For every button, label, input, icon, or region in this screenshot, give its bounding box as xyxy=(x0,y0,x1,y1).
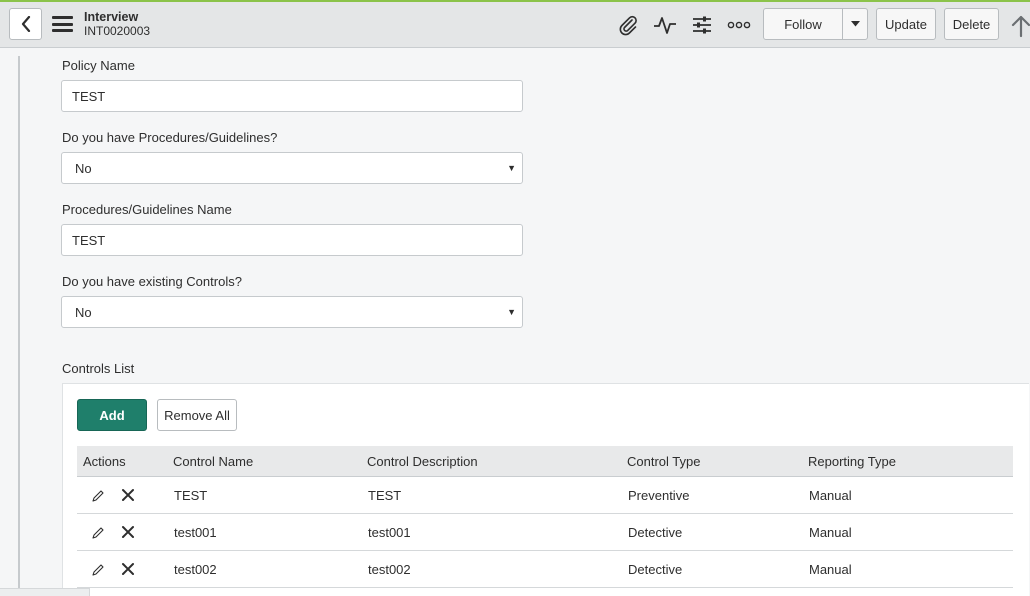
procedures-question-value: No xyxy=(75,160,92,176)
procedures-question-select[interactable]: No ▼ xyxy=(61,152,523,184)
select-caret-icon: ▼ xyxy=(507,163,516,173)
close-icon[interactable] xyxy=(121,562,135,576)
close-icon[interactable] xyxy=(121,488,135,502)
table-row: test001 test001 Detective Manual xyxy=(77,514,1013,551)
column-header-actions: Actions xyxy=(83,454,126,469)
pencil-icon[interactable] xyxy=(91,526,105,540)
form-header: Interview INT0020003 Follow Update Delet… xyxy=(0,2,1030,48)
control-type-cell: Detective xyxy=(628,525,683,540)
procedures-name-label: Procedures/Guidelines Name xyxy=(62,202,232,217)
policy-name-label: Policy Name xyxy=(62,58,135,73)
control-name-cell: TEST xyxy=(174,488,208,503)
paperclip-icon[interactable] xyxy=(616,13,640,37)
close-icon[interactable] xyxy=(121,525,135,539)
controls-question-value: No xyxy=(75,304,92,320)
form-title: Interview xyxy=(84,10,139,24)
add-button[interactable]: Add xyxy=(77,399,147,431)
column-header-reporting-type[interactable]: Reporting Type xyxy=(808,454,896,469)
procedures-name-field[interactable]: TEST xyxy=(61,224,523,256)
controls-question-label: Do you have existing Controls? xyxy=(62,274,242,289)
reporting-type-cell: Manual xyxy=(809,525,852,540)
reporting-type-cell: Manual xyxy=(809,562,852,577)
control-description-cell: test002 xyxy=(368,562,411,577)
back-icon xyxy=(21,16,30,32)
control-type-cell: Preventive xyxy=(628,488,690,503)
select-caret-icon: ▼ xyxy=(507,307,516,317)
menu-icon[interactable] xyxy=(52,16,73,32)
follow-button[interactable]: Follow xyxy=(763,8,843,40)
pencil-icon[interactable] xyxy=(91,563,105,577)
table-row: test002 test002 Detective Manual xyxy=(77,551,1013,588)
controls-question-select[interactable]: No ▼ xyxy=(61,296,523,328)
update-button[interactable]: Update xyxy=(876,8,936,40)
delete-button[interactable]: Delete xyxy=(944,8,999,40)
more-icon[interactable] xyxy=(727,13,751,37)
column-header-control-name[interactable]: Control Name xyxy=(173,454,253,469)
record-title: Interview INT0020003 xyxy=(84,10,150,38)
follow-options-button[interactable] xyxy=(842,8,868,40)
back-button[interactable] xyxy=(9,8,42,40)
procedures-question-label: Do you have Procedures/Guidelines? xyxy=(62,130,278,145)
policy-name-value: TEST xyxy=(72,88,106,104)
record-number: INT0020003 xyxy=(84,24,151,38)
control-name-cell: test002 xyxy=(174,562,217,577)
controls-table-header: Actions Control Name Control Description… xyxy=(77,446,1013,477)
pencil-icon[interactable] xyxy=(91,489,105,503)
column-header-control-description[interactable]: Control Description xyxy=(367,454,478,469)
controls-list-label: Controls List xyxy=(62,361,135,376)
control-description-cell: test001 xyxy=(368,525,411,540)
arrow-up-icon[interactable] xyxy=(1011,14,1030,38)
activity-icon[interactable] xyxy=(653,13,677,37)
procedures-name-value: TEST xyxy=(72,232,106,248)
table-row: TEST TEST Preventive Manual xyxy=(77,477,1013,514)
reporting-type-cell: Manual xyxy=(809,488,852,503)
column-header-control-type[interactable]: Control Type xyxy=(627,454,700,469)
control-type-cell: Detective xyxy=(628,562,683,577)
control-name-cell: test001 xyxy=(174,525,217,540)
status-bar-hint xyxy=(0,588,90,596)
remove-all-button[interactable]: Remove All xyxy=(157,399,237,431)
control-description-cell: TEST xyxy=(368,488,402,503)
settings-sliders-icon[interactable] xyxy=(690,13,714,37)
section-rail xyxy=(18,56,20,596)
policy-name-field[interactable]: TEST xyxy=(61,80,523,112)
caret-down-icon xyxy=(850,21,860,27)
